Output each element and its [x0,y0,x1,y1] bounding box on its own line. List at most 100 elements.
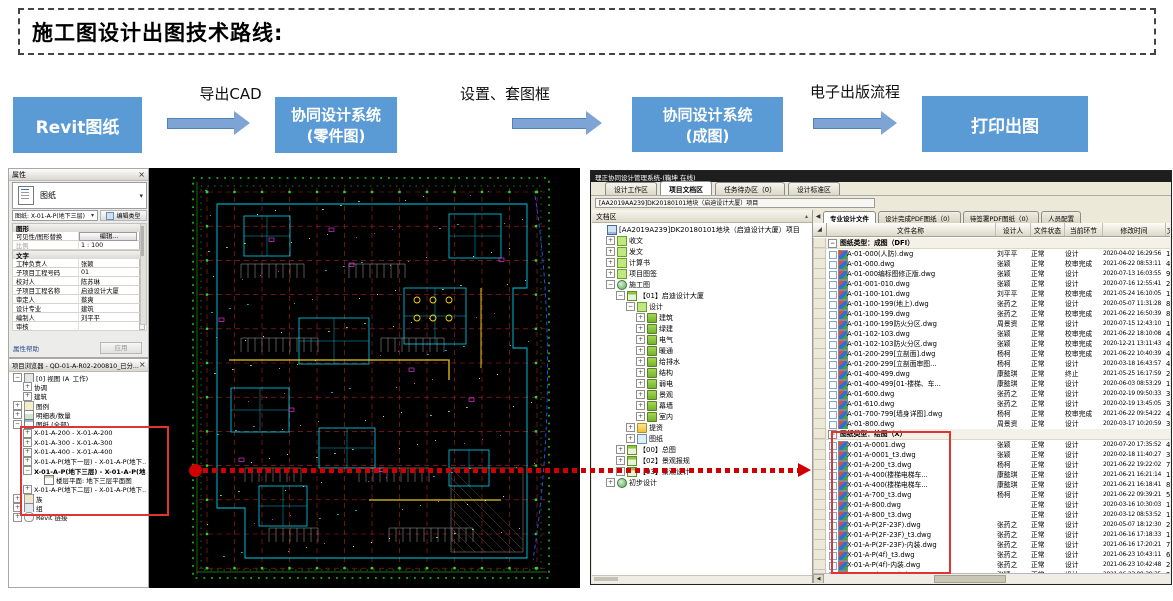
expand-icon[interactable]: + [636,357,645,366]
document-tree-item[interactable]: −【01】启迪设计大厦 [594,290,810,301]
document-tree-item[interactable]: +项目图签 [594,268,810,279]
expand-icon[interactable]: + [606,478,615,487]
collapse-icon[interactable]: − [828,239,837,248]
document-tree-item[interactable]: +给排水 [594,356,810,367]
properties-scrollbar[interactable] [140,223,147,325]
expand-icon[interactable]: + [636,390,645,399]
table-row[interactable]: A-01-001-010.dwg张颖正常设计2020-07-16 12:55:4… [813,279,1170,289]
document-tree-item[interactable]: +弱电 [594,378,810,389]
apply-button[interactable]: 应用 [100,342,142,354]
table-row[interactable]: A-01-100-199(地上).dwg张药之正常设计2020-05-07 11… [813,299,1170,309]
expand-icon[interactable]: + [616,456,625,465]
tab-设计标准区[interactable]: 设计标准区 [788,182,840,195]
document-tree-item[interactable]: +绿建 [594,323,810,334]
scroll-left-icon[interactable]: ◀ [813,574,824,584]
row-checkbox[interactable] [829,371,837,379]
project-browser-item[interactable]: +协调 [11,382,146,391]
table-row[interactable]: A-01-000.dwg张颖正常校审完成2021-06-22 08:53:114… [813,259,1170,269]
expand-icon[interactable]: + [626,434,635,443]
row-checkbox[interactable] [829,321,837,329]
document-tree-item[interactable]: +暖通 [594,345,810,356]
cad-viewport[interactable] [149,168,580,588]
collapse-icon[interactable]: − [616,291,625,300]
column-header-4[interactable]: 当前环节 [1065,223,1103,236]
column-header-1[interactable]: 文件名称 [826,223,996,236]
table-row[interactable]: A-01-400-499.dwg康懿琪正常终止2021-05-25 16:17:… [813,369,1170,379]
expand-icon[interactable]: + [636,368,645,377]
collapse-icon[interactable]: − [606,280,615,289]
row-checkbox[interactable] [829,341,837,349]
collapse-icon[interactable]: ▴ [805,213,808,220]
table-row[interactable]: A-01-800.dwg周景资正常设计2020-03-17 10:20:593 [813,419,1170,429]
subtab-待签署PDF图纸（0）[interactable]: 待签署PDF图纸（0） [963,211,1039,223]
expand-icon[interactable]: + [636,313,645,322]
row-checkbox[interactable] [829,331,837,339]
expand-icon[interactable]: + [636,335,645,344]
row-checkbox[interactable] [829,401,837,409]
column-header-6[interactable]: 文件版本 [1166,223,1170,236]
table-row[interactable]: A-01-400-499[01-楼梯、车...康懿琪正常设计2020-06-03… [813,379,1170,389]
project-browser-item[interactable]: +图例 [11,401,146,410]
document-tree-item[interactable]: +室内 [594,411,810,422]
expand-icon[interactable]: + [606,269,615,278]
sheet-instance-dropdown[interactable]: 图纸: X-01-A-P(地下三层) ▾ [12,210,98,221]
document-tree-item[interactable]: +景观 [594,389,810,400]
table-row[interactable]: A-01-102-103防火分区.dwg张颖正常校审完成2020-12-21 1… [813,339,1170,349]
document-tree-item[interactable]: +发文 [594,246,810,257]
properties-help-link[interactable]: 属性帮助 [13,343,39,353]
expand-icon[interactable]: + [606,258,615,267]
document-tree-item[interactable]: +幕墙 [594,400,810,411]
expand-icon[interactable]: + [606,247,615,256]
row-checkbox[interactable] [829,351,837,359]
type-selector[interactable]: 图纸 ▾ [12,182,147,209]
tab-scroll-left-icon[interactable]: ◀ [813,213,823,220]
column-header-3[interactable]: 文件状态 [1031,223,1065,236]
subtab-人员配置[interactable]: 人员配置 [1041,211,1081,223]
tree-hscrollbar[interactable] [592,575,812,583]
document-tree-item[interactable]: +提资 [594,422,810,433]
expand-icon[interactable]: + [636,412,645,421]
close-icon[interactable]: × [139,361,146,369]
table-row[interactable]: A-01-100-199.dwg张药之正常校审完成2021-06-22 16:5… [813,309,1170,319]
table-row[interactable]: A-01-600.dwg张药之正常设计2020-02-19 09:50:333 [813,389,1170,399]
expand-icon[interactable]: + [626,423,635,432]
expand-icon[interactable]: + [13,410,22,419]
project-breadcrumb[interactable]: [AA2019AA239]DK20180101地块（启迪设计大厦）项目 [595,198,875,208]
row-checkbox[interactable] [829,271,837,279]
collapse-icon[interactable]: − [626,302,635,311]
row-checkbox[interactable] [829,251,837,259]
table-row[interactable]: A-01-102-103.dwg张颖正常校审完成2021-06-22 18:10… [813,329,1170,339]
expand-icon[interactable]: + [636,401,645,410]
row-checkbox[interactable] [829,411,837,419]
table-row[interactable]: A-01-700-799[墙身详图].dwg杨柯正常校审完成2021-06-22… [813,409,1170,419]
row-checkbox[interactable] [829,391,837,399]
scrollbar-thumb[interactable] [934,575,1006,583]
document-tree-item[interactable]: +结构 [594,367,810,378]
tab-项目文档区[interactable]: 项目文档区 [660,181,712,195]
expand-icon[interactable]: + [636,346,645,355]
row-checkbox[interactable] [829,421,837,429]
row-checkbox[interactable] [829,291,837,299]
expand-icon[interactable]: + [13,401,22,410]
collapse-icon[interactable]: − [13,373,22,382]
project-browser-item[interactable]: +明细表/数量 [11,410,146,419]
row-checkbox[interactable] [829,381,837,389]
table-hscrollbar[interactable]: ◀ [813,573,1170,583]
expand-icon[interactable]: + [636,324,645,333]
expand-icon[interactable]: + [616,445,625,454]
row-checkbox[interactable] [829,281,837,289]
subtab-设计完成PDF图纸（0）[interactable]: 设计完成PDF图纸（0） [878,211,961,223]
row-checkbox[interactable] [829,361,837,369]
expand-icon[interactable]: + [636,379,645,388]
expand-icon[interactable]: + [23,382,32,391]
subtab-专业设计文件[interactable]: 专业设计文件 [823,211,876,223]
table-row[interactable]: A-01-200-299[立剖面].dwg杨柯正常校审完成2021-06-22 … [813,349,1170,359]
tab-设计工作区[interactable]: 设计工作区 [605,182,657,195]
edit-type-button[interactable]: 编辑类型 [100,210,147,221]
document-tree-item[interactable]: +计算书 [594,257,810,268]
document-tree-item[interactable]: −施工图 [594,279,810,290]
table-row[interactable]: A-01-100-101.dwg刘平平正常校审完成2021-05-24 16:1… [813,289,1170,299]
table-row[interactable]: A-01-000(人防).dwg刘平平正常设计2020-04-02 16:29:… [813,249,1170,259]
row-checkbox[interactable] [829,311,837,319]
expand-icon[interactable]: + [606,236,615,245]
